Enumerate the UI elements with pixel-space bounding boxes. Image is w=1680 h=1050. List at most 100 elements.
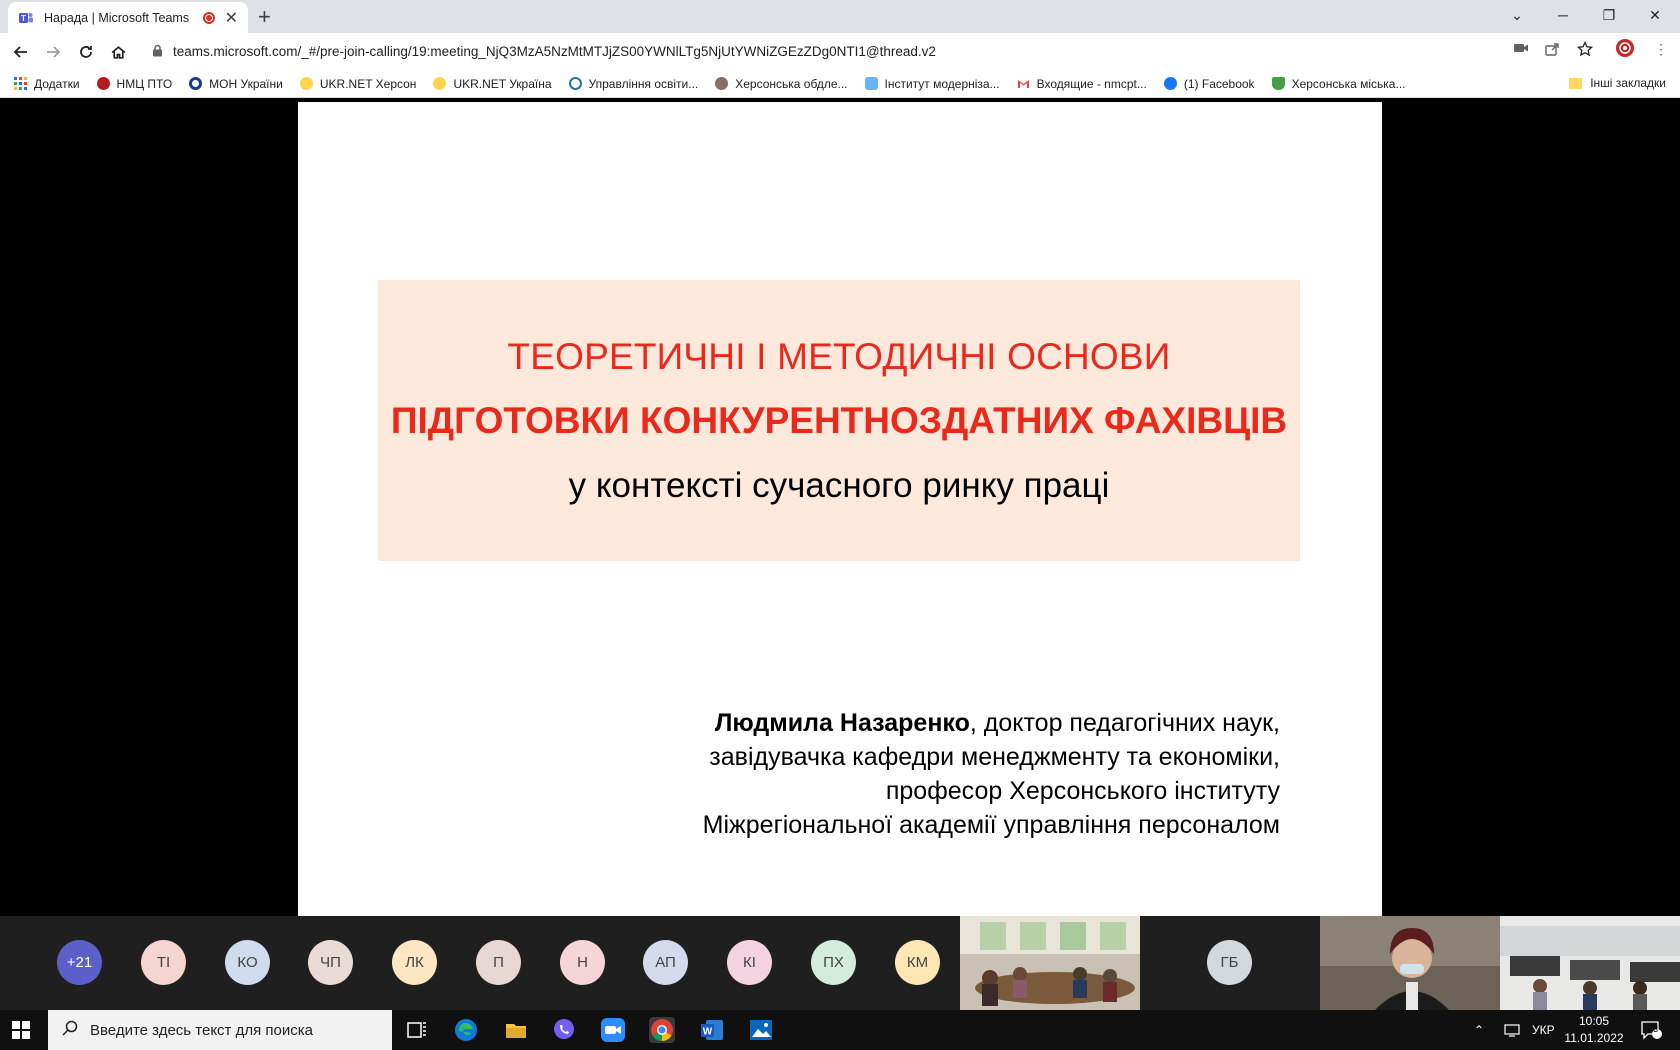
svg-text:T: T: [21, 14, 26, 23]
mon-logo-icon: [189, 77, 203, 90]
lock-icon: [152, 44, 163, 60]
browser-tab-strip: T Нарада | Microsoft Teams ✕ + ⌄ ─ ❐ ✕: [0, 0, 1680, 33]
close-tab-icon[interactable]: ✕: [225, 8, 238, 28]
participant-video-room[interactable]: [960, 916, 1140, 1010]
zoom-icon[interactable]: [600, 1017, 626, 1043]
bookmark-label: НМЦ ПТО: [116, 76, 173, 91]
bookmark-facebook[interactable]: (1) Facebook: [1163, 77, 1255, 91]
browser-tab-teams[interactable]: T Нарада | Microsoft Teams ✕: [8, 2, 248, 33]
bookmark-label: Додатки: [34, 76, 80, 91]
participant-avatar[interactable]: ПХ: [811, 940, 856, 985]
svg-text:W: W: [703, 1027, 713, 1038]
browser-toolbar: teams.microsoft.com/_#/pre-join-calling/…: [0, 33, 1680, 70]
tab-title: Нарада | Microsoft Teams: [44, 10, 190, 25]
other-bookmarks-label: Інші закладки: [1590, 76, 1666, 90]
bookmark-label: Херсонська обдле...: [735, 76, 848, 91]
participant-avatar[interactable]: ЛК: [392, 940, 437, 985]
reload-icon[interactable]: [73, 39, 99, 65]
back-icon[interactable]: [8, 39, 34, 65]
participant-avatar[interactable]: АП: [643, 940, 688, 985]
minimize-button[interactable]: ─: [1540, 0, 1586, 30]
bookmark-apps[interactable]: Додатки: [14, 77, 80, 91]
search-placeholder: Введите здесь текст для поиска: [90, 1021, 313, 1039]
task-view-icon[interactable]: [404, 1017, 430, 1043]
word-icon[interactable]: W: [699, 1017, 725, 1043]
participant-avatar[interactable]: ГБ: [1207, 940, 1252, 985]
author-position: завідувачка кафедри менеджменту та еконо…: [709, 743, 1280, 771]
url-text: teams.microsoft.com/_#/pre-join-calling/…: [173, 44, 936, 59]
bookmark-mon[interactable]: МОН України: [189, 77, 283, 91]
bookmark-modernization-institute[interactable]: Інститут модерніза...: [864, 76, 1000, 91]
ukrnet-icon: [299, 77, 313, 90]
slide-title-line1: ТЕОРЕТИЧНІ І МЕТОДИЧНІ ОСНОВИ: [507, 336, 1171, 377]
notifications-icon[interactable]: 3: [1640, 1010, 1662, 1050]
ukrnet-icon: [433, 77, 447, 90]
author-name: Людмила Назаренко: [714, 709, 970, 737]
nmc-logo-icon: [96, 77, 110, 90]
bookmark-kherson-city[interactable]: Херсонська міська...: [1271, 77, 1405, 91]
notification-count: 3: [1653, 1024, 1659, 1034]
network-icon[interactable]: [1504, 1010, 1522, 1050]
viber-icon[interactable]: [551, 1017, 577, 1043]
bookmark-ukrnet-kherson[interactable]: UKR.NET Херсон: [299, 77, 416, 91]
bookmark-label: Входящие - nmcpt...: [1036, 76, 1147, 91]
new-tab-button[interactable]: +: [258, 4, 271, 30]
taskbar-search-box[interactable]: Введите здесь текст для поиска: [48, 1010, 392, 1050]
participant-avatar[interactable]: Н: [560, 940, 605, 985]
speaker-video[interactable]: [1320, 916, 1500, 1010]
show-hidden-icons[interactable]: ⌃: [1474, 1010, 1484, 1050]
restore-button[interactable]: ❐: [1586, 0, 1632, 30]
taskbar-clock[interactable]: 10:05 11.01.2022: [1558, 1013, 1630, 1047]
slide-subtitle: у контексті сучасного ринку праці: [568, 466, 1110, 505]
author-title: професор Херсонського інституту: [885, 777, 1280, 805]
bookmark-gmail[interactable]: Входящие - nmcpt...: [1017, 77, 1147, 91]
chrome-icon[interactable]: [649, 1017, 675, 1043]
slide-title-box: ТЕОРЕТИЧНІ І МЕТОДИЧНІ ОСНОВИ ПІДГОТОВКИ…: [378, 280, 1300, 561]
bookmark-label: Інститут модерніза...: [884, 76, 1000, 91]
camera-icon[interactable]: [1513, 41, 1529, 58]
shared-screen-stage: ТЕОРЕТИЧНІ І МЕТОДИЧНІ ОСНОВИ ПІДГОТОВКИ…: [0, 98, 1680, 916]
browser-menu-icon[interactable]: ⋮: [1654, 41, 1668, 58]
other-bookmarks-folder[interactable]: Інші закладки: [1569, 76, 1666, 90]
slide-author-block: Людмила Назаренко, доктор педагогічних н…: [703, 706, 1280, 842]
photos-icon[interactable]: [748, 1017, 774, 1043]
file-explorer-icon[interactable]: [503, 1017, 529, 1043]
more-participants-button[interactable]: +21: [57, 940, 102, 985]
participant-avatar[interactable]: КІ: [727, 940, 772, 985]
coat-of-arms-icon: [715, 77, 729, 90]
bookmarks-bar: Додатки НМЦ ПТО МОН України UKR.NET Херс…: [0, 70, 1680, 98]
clock-time: 10:05: [1578, 1014, 1610, 1028]
apps-grid-icon: [14, 77, 27, 90]
close-window-button[interactable]: ✕: [1632, 0, 1678, 30]
participants-strip: +21 ТІ КО ЧП ЛК П Н АП КІ ПХ КМ ГБ: [0, 916, 1680, 1010]
participant-video-classroom[interactable]: [1500, 916, 1680, 1010]
language-indicator[interactable]: УКР: [1532, 1010, 1555, 1050]
edge-browser-icon[interactable]: [453, 1017, 479, 1043]
bookmark-kherson-oblast[interactable]: Херсонська обдле...: [715, 76, 848, 91]
presentation-slide: ТЕОРЕТИЧНІ І МЕТОДИЧНІ ОСНОВИ ПІДГОТОВКИ…: [298, 102, 1382, 916]
forward-icon[interactable]: [40, 39, 66, 65]
slide-title-line2: ПІДГОТОВКИ КОНКУРЕНТНОЗДАТНИХ ФАХІВЦІВ: [390, 400, 1288, 441]
participant-avatar[interactable]: КМ: [895, 940, 940, 985]
profile-avatar[interactable]: [1615, 38, 1635, 61]
clock-date: 11.01.2022: [1564, 1031, 1624, 1045]
share-icon[interactable]: [1544, 41, 1560, 60]
bookmark-nmc-pto[interactable]: НМЦ ПТО: [96, 76, 173, 91]
participant-avatar[interactable]: ЧП: [308, 940, 353, 985]
home-icon[interactable]: [105, 39, 131, 65]
windows-start-icon[interactable]: [12, 1021, 30, 1039]
participant-avatar[interactable]: КО: [225, 940, 270, 985]
city-crest-icon: [1271, 77, 1285, 90]
bookmark-education-dept[interactable]: Управління освіти...: [568, 77, 698, 91]
address-bar[interactable]: teams.microsoft.com/_#/pre-join-calling/…: [142, 37, 1510, 66]
tab-search-icon[interactable]: ⌄: [1494, 0, 1540, 30]
bookmark-ukrnet-ukraine[interactable]: UKR.NET Україна: [433, 77, 552, 91]
facebook-icon: [1163, 77, 1177, 90]
participant-avatar[interactable]: ТІ: [141, 940, 186, 985]
windows-taskbar: Введите здесь текст для поиска W ⌃ УКР 1…: [0, 1010, 1680, 1050]
folder-icon: [1569, 77, 1583, 89]
gmail-icon: [1017, 80, 1029, 88]
participant-avatar[interactable]: П: [476, 940, 521, 985]
bookmark-star-icon[interactable]: [1576, 40, 1594, 60]
teams-icon: T: [19, 12, 33, 23]
